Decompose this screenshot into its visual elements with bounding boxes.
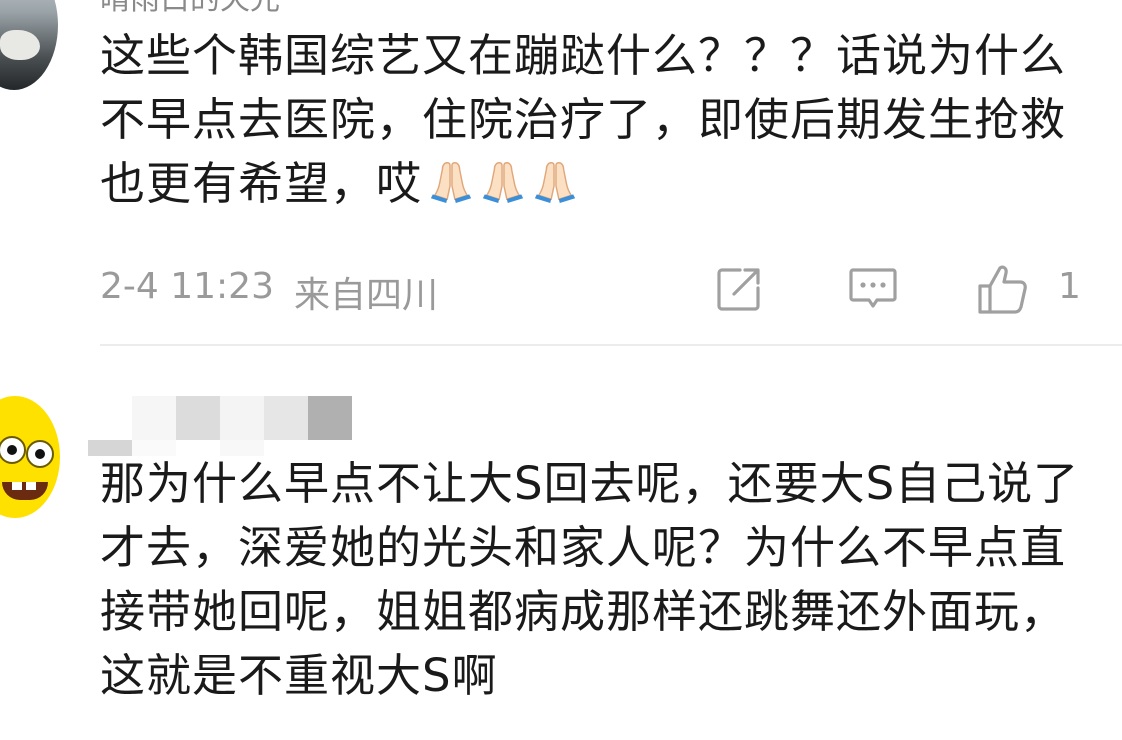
mosaic-block	[176, 396, 220, 440]
comment-time: 2-4 11:23	[100, 266, 274, 307]
avatar-mouth	[2, 482, 48, 500]
comment-body: 这些个韩国综艺又在蹦跶什么？？？话说为什么不早点去医院，住院治疗了，即使后期发生…	[100, 29, 1067, 210]
avatar[interactable]	[0, 396, 60, 518]
reply-button[interactable]	[846, 262, 900, 316]
avatar-eye	[0, 436, 26, 464]
avatar[interactable]	[0, 0, 58, 90]
share-edit-icon	[717, 268, 760, 311]
folded-hands-emoji-icon	[482, 162, 524, 203]
comment-location: 来自四川	[294, 275, 439, 316]
divider	[100, 344, 1122, 346]
comment-text: 这些个韩国综艺又在蹦跶什么？？？话说为什么不早点去医院，住院治疗了，即使后期发生…	[100, 24, 1090, 216]
thumbs-up-icon	[978, 265, 1027, 314]
comment-list: 晴雨白的天光 这些个韩国综艺又在蹦跶什么？？？话说为什么不早点去医院，住院治疗了…	[0, 0, 1122, 740]
folded-hands-emoji-icon	[430, 162, 472, 203]
mosaic-block	[132, 396, 176, 440]
username-blurred[interactable]	[88, 396, 358, 456]
avatar-figure	[0, 30, 40, 60]
comment-bubble-icon	[849, 268, 897, 308]
like-button[interactable]	[976, 262, 1030, 316]
mosaic-block	[308, 396, 352, 440]
share-button[interactable]	[712, 262, 766, 316]
username[interactable]: 晴雨白的天光	[100, 0, 280, 18]
comment-text: 那为什么早点不让大S回去呢，还要大S自己说了才去，深爱她的光头和家人呢？为什么不…	[100, 457, 1080, 702]
like-count: 1	[1058, 266, 1081, 307]
comment-meta: 2-4 11:23 来自四川 1	[100, 262, 1122, 316]
folded-hands-emoji-icon	[534, 162, 576, 203]
mosaic-block	[220, 396, 264, 440]
avatar-eye	[26, 440, 54, 468]
mosaic-block	[264, 396, 308, 440]
